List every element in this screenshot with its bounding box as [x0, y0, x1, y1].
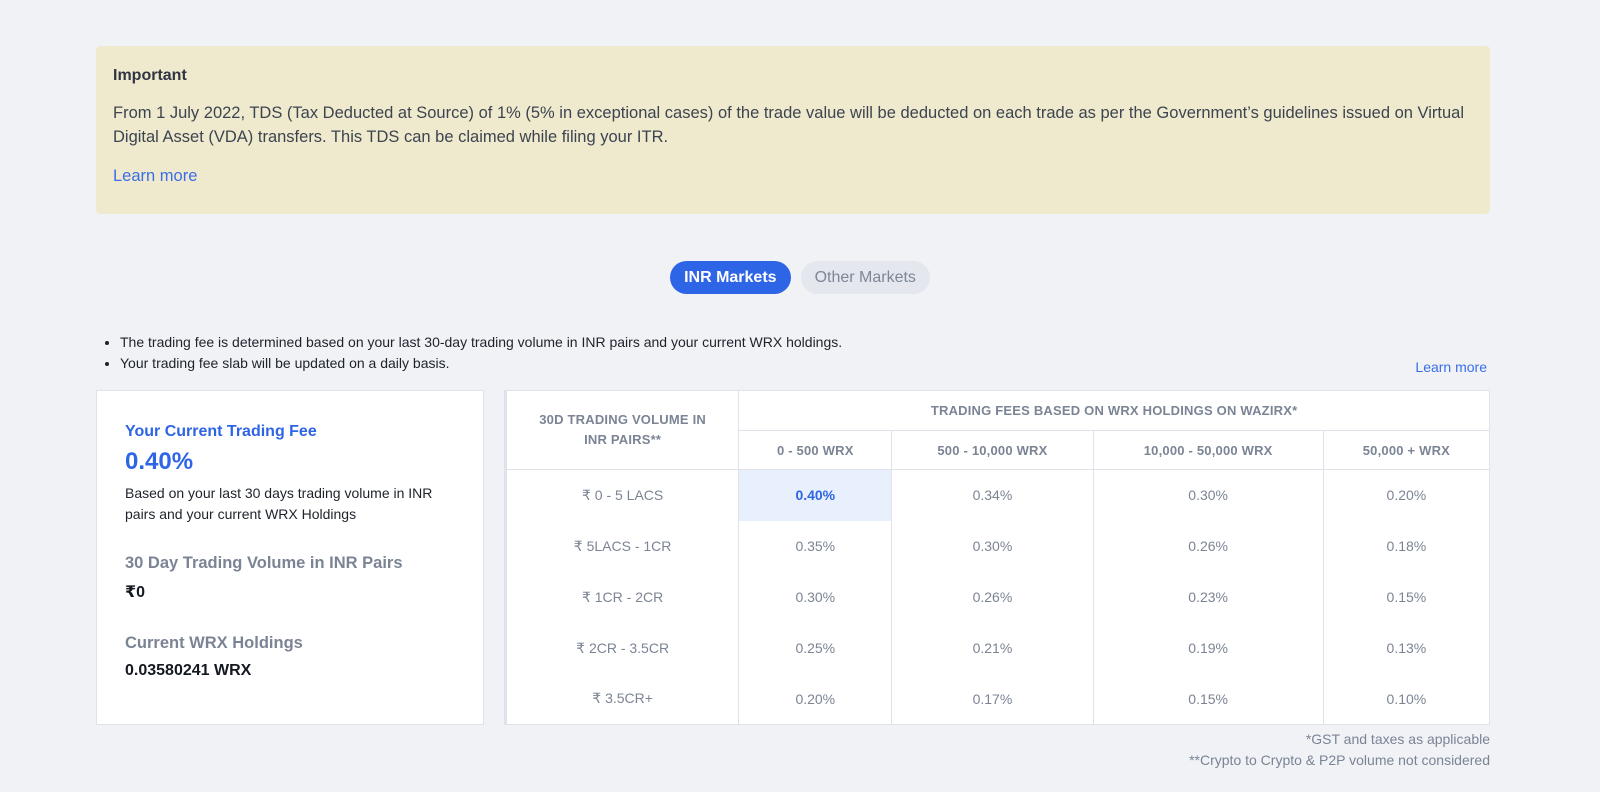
- fee-info-list: The trading fee is determined based on y…: [120, 332, 842, 374]
- column-header: 500 - 10,000 WRX: [891, 430, 1094, 470]
- fee-slab-table: 30D TRADING VOLUME IN INR PAIRS** TRADIN…: [504, 390, 1490, 725]
- fee-cell: 0.19%: [1093, 622, 1324, 674]
- volume-cell: ₹ 2CR - 3.5CR: [505, 622, 740, 674]
- holdings-value: 0.03580241 WRX: [125, 662, 252, 679]
- fee-cell: 0.20%: [738, 673, 893, 725]
- current-fee-label: Your Current Trading Fee: [125, 423, 317, 440]
- fee-cell: 0.13%: [1386, 640, 1427, 656]
- notice-text: From 1 July 2022, TDS (Tax Deducted at S…: [113, 104, 1465, 146]
- volume-label: 30 Day Trading Volume in INR Pairs: [125, 554, 403, 572]
- footnote-gst: *GST and taxes as applicable: [1305, 731, 1490, 747]
- fee-cell: 0.10%: [1386, 690, 1427, 707]
- wrx-holdings-group-header: TRADING FEES BASED ON WRX HOLDINGS ON WA…: [738, 390, 1490, 431]
- current-fee-value: 0.40%: [125, 448, 194, 475]
- holdings-label: Current WRX Holdings: [125, 634, 303, 652]
- fee-cell: 0.15%: [1386, 589, 1427, 605]
- table-row: ₹ 0 - 5 LACS 0.40% 0.34% 0.30% 0.20%: [505, 469, 1490, 521]
- column-header: 50,000 + WRX: [1323, 430, 1490, 470]
- column-header: 10,000 - 50,000 WRX: [1093, 430, 1324, 470]
- current-fee-cell: 0.40%: [738, 469, 893, 521]
- table-row: ₹ 2CR - 3.5CR 0.25% 0.21% 0.19% 0.13%: [505, 622, 1490, 674]
- fee-learn-more-link[interactable]: Learn more: [1415, 359, 1487, 375]
- current-fee-description: Based on your last 30 days trading volum…: [125, 485, 433, 522]
- fee-cell: 0.30%: [891, 520, 1094, 572]
- fee-cell: 0.26%: [1093, 520, 1324, 572]
- market-tabs: INR Markets Other Markets: [0, 261, 1600, 294]
- volume-cell: ₹ 5LACS - 1CR: [505, 520, 740, 572]
- fee-cell: 0.23%: [1093, 571, 1324, 623]
- table-row: ₹ 1CR - 2CR 0.30% 0.26% 0.23% 0.15%: [505, 571, 1490, 623]
- current-fee-card: Your Current Trading Fee 0.40% Based on …: [96, 390, 484, 725]
- fee-cell: 0.21%: [891, 622, 1094, 674]
- list-item: The trading fee is determined based on y…: [120, 332, 842, 353]
- tab-inr-markets[interactable]: INR Markets: [670, 261, 791, 294]
- fee-cell: 0.30%: [738, 571, 893, 623]
- fee-cell: 0.35%: [738, 520, 893, 572]
- fee-cell: 0.30%: [1093, 469, 1324, 521]
- fee-cell: 0.34%: [891, 469, 1094, 521]
- fee-cell: 0.26%: [891, 571, 1094, 623]
- fee-cell: 0.18%: [1386, 538, 1427, 554]
- fee-cell: 0.17%: [891, 673, 1094, 725]
- column-header: 0 - 500 WRX: [738, 430, 893, 470]
- notice-learn-more-link[interactable]: Learn more: [113, 167, 197, 186]
- list-item: Your trading fee slab will be updated on…: [120, 353, 842, 374]
- tds-notice: Important From 1 July 2022, TDS (Tax Ded…: [96, 46, 1490, 214]
- table-row: ₹ 5LACS - 1CR 0.35% 0.30% 0.26% 0.18%: [505, 520, 1490, 572]
- notice-title: Important: [113, 67, 187, 84]
- footnote-p2p: **Crypto to Crypto & P2P volume not cons…: [1189, 752, 1490, 768]
- fee-cell: 0.20%: [1386, 487, 1427, 504]
- volume-column-header: 30D TRADING VOLUME IN INR PAIRS**: [505, 390, 740, 470]
- volume-cell: ₹ 3.5CR+: [505, 673, 740, 725]
- volume-cell: ₹ 1CR - 2CR: [505, 571, 740, 623]
- tab-other-markets[interactable]: Other Markets: [800, 261, 930, 294]
- volume-value: ₹0: [125, 584, 146, 601]
- footnotes: *GST and taxes as applicable **Crypto to…: [1189, 729, 1490, 771]
- volume-cell: ₹ 0 - 5 LACS: [505, 469, 740, 521]
- fee-cell: 0.15%: [1093, 673, 1324, 725]
- table-row: ₹ 3.5CR+ 0.20% 0.17% 0.15% 0.10%: [505, 673, 1490, 725]
- fee-cell: 0.25%: [738, 622, 893, 674]
